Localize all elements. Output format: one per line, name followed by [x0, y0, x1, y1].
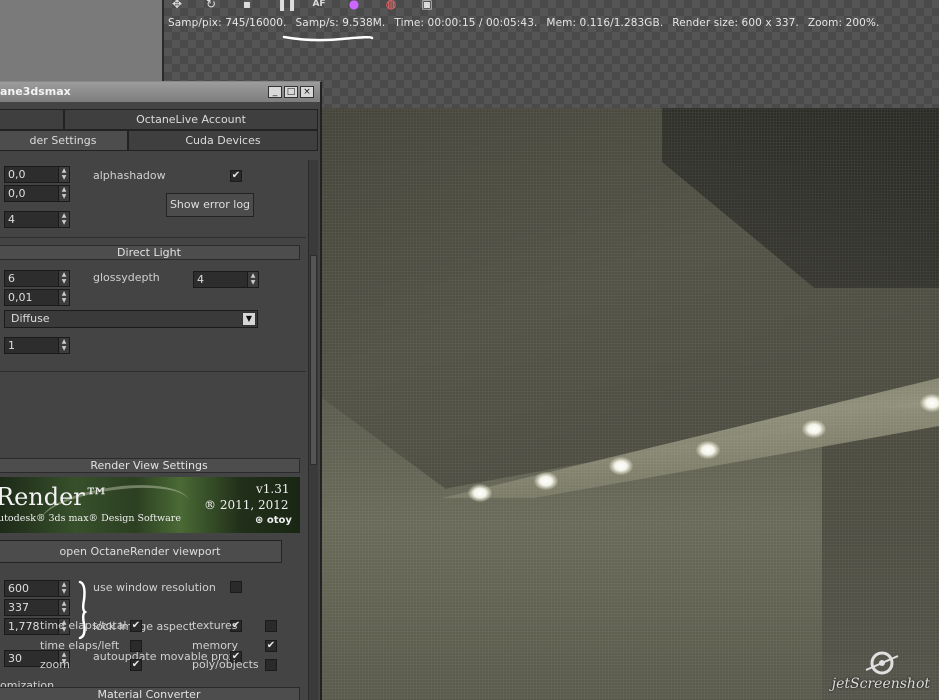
spinner-arrows-icon[interactable]: ▲ ▼	[58, 167, 69, 182]
render-view-settings-header[interactable]: Render View Settings	[0, 458, 300, 473]
spinner-arrows-icon[interactable]: ▲ ▼	[247, 272, 258, 287]
glossydepth-input[interactable]: 4 ▲ ▼	[193, 271, 259, 288]
banner-version: v1.31	[256, 482, 290, 496]
spinner-arrows-icon[interactable]: ▲ ▼	[58, 271, 69, 286]
spinner-arrows-icon[interactable]: ▲ ▼	[58, 581, 69, 596]
panel-scrollbar[interactable]	[308, 160, 318, 700]
hand-tool-icon[interactable]: ✥	[170, 0, 184, 10]
refresh-icon[interactable]: ↻	[204, 0, 218, 10]
time-elaps-left-checkbox[interactable]	[130, 640, 142, 652]
led-light	[468, 484, 492, 502]
textures-checkbox[interactable]	[265, 620, 277, 632]
close-button[interactable]: ×	[300, 86, 314, 98]
af-icon[interactable]: AF	[312, 0, 326, 10]
background-area	[0, 0, 162, 81]
divider	[0, 371, 306, 372]
memory-label: memory	[192, 639, 238, 652]
tab-cuda-devices[interactable]: Cuda Devices	[128, 130, 318, 151]
chevron-down-icon[interactable]: ▼	[242, 312, 256, 326]
minimize-button[interactable]: _	[268, 86, 282, 98]
pick-icon[interactable]: ◍	[384, 0, 398, 10]
glossydepth-label: glossydepth	[93, 271, 160, 284]
octane-panel: ane3dsmax _ □ × OctaneLive Account der S…	[0, 81, 322, 700]
samples-per-pixel: Samp/pix: 745/16000.	[168, 17, 287, 29]
use-window-resolution-checkbox[interactable]	[230, 581, 242, 593]
poly-objects-checkbox[interactable]	[265, 659, 277, 671]
zoom-level: Zoom: 200%.	[807, 17, 880, 29]
panel-title: ane3dsmax	[0, 85, 71, 98]
panel-title-bar[interactable]: ane3dsmax _ □ ×	[0, 82, 320, 102]
zoom-label: zoom	[40, 658, 70, 671]
render-status-line: Samp/pix: 745/16000. Samp/s: 9.538M. Time:…	[168, 17, 888, 29]
led-light	[534, 472, 558, 490]
camera-icon[interactable]: ▣	[420, 0, 434, 10]
spinner-arrows-icon[interactable]: ▲ ▼	[58, 186, 69, 201]
save-icon[interactable]: ▪	[240, 0, 254, 10]
direct-light-field-3[interactable]: 1 ▲ ▼	[4, 337, 70, 354]
kernel-field-2[interactable]: 0,0 ▲ ▼	[4, 185, 70, 202]
alphashadow-label: alphashadow	[93, 169, 166, 182]
divider	[0, 237, 306, 238]
spinner-arrows-icon[interactable]: ▲ ▼	[58, 290, 69, 305]
otoy-logo: ⊛ otoy	[255, 515, 292, 526]
tab-render-settings[interactable]: der Settings	[0, 130, 128, 151]
render-size: Render size: 600 x 337.	[672, 17, 799, 29]
time-elaps-total-label: time elaps/total	[40, 619, 127, 632]
octane-banner: Render™ utodesk® 3ds max® Design Softwar…	[0, 477, 300, 533]
led-light	[609, 457, 633, 475]
spinner-arrows-icon[interactable]: ▲ ▼	[58, 212, 69, 227]
led-light	[920, 394, 939, 412]
alphashadow-checkbox[interactable]: ✔	[230, 170, 242, 182]
time-elaps-left-label: time elaps/left	[40, 639, 120, 652]
gi-mode-dropdown[interactable]: Diffuse ▼	[4, 310, 258, 328]
maximize-button[interactable]: □	[284, 86, 298, 98]
viewer-toolbar: ✥ ↻ ▪ ❚❚ AF ● ◍ ▣	[164, 0, 939, 12]
scrollbar-thumb[interactable]	[310, 255, 317, 465]
render-noise	[322, 108, 939, 700]
watermark-text: jetScreenshot	[831, 676, 930, 692]
textures-label: textures	[192, 619, 238, 632]
time-elaps-total-checkbox[interactable]: ✔	[130, 620, 142, 632]
zoom-checkbox[interactable]: ✔	[130, 659, 142, 671]
aperture-logo-icon	[865, 651, 899, 675]
banner-copyright: ® 2011, 2012	[204, 498, 289, 512]
direct-light-header[interactable]: Direct Light	[0, 245, 300, 260]
banner-title: Render™	[0, 483, 109, 511]
poly-objects-label: poly/objects	[192, 658, 259, 671]
tab-octanelive-account[interactable]: OctaneLive Account	[64, 109, 318, 130]
color-wheel-icon[interactable]: ●	[347, 0, 361, 10]
led-light	[696, 441, 720, 459]
render-image	[322, 108, 939, 700]
spinner-arrows-icon[interactable]: ▲ ▼	[58, 338, 69, 353]
kernel-field-1[interactable]: 0,0 ▲ ▼	[4, 166, 70, 183]
render-height-input[interactable]: 337 ▲ ▼	[4, 599, 70, 616]
open-viewport-button[interactable]: open OctaneRender viewport	[0, 540, 282, 563]
samples-per-second: Samp/s: 9.538M.	[295, 17, 386, 29]
kernel-field-3[interactable]: 4 ▲ ▼	[4, 211, 70, 228]
direct-light-field-2[interactable]: 0,01 ▲ ▼	[4, 289, 70, 306]
show-error-log-button[interactable]: Show error log	[166, 193, 254, 217]
memory-checkbox[interactable]: ✔	[265, 640, 277, 652]
watermark: jetScreenshot	[830, 650, 936, 696]
pause-icon[interactable]: ❚❚	[277, 0, 297, 10]
material-converter-header[interactable]: Material Converter	[0, 687, 300, 700]
hand-drawn-underline	[282, 35, 374, 42]
render-time: Time: 00:00:15 / 00:05:43.	[394, 17, 538, 29]
tab-hidden[interactable]	[0, 109, 64, 130]
render-width-input[interactable]: 600 ▲ ▼	[4, 580, 70, 597]
use-window-resolution-label: use window resolution	[93, 581, 216, 594]
spinner-arrows-icon[interactable]: ▲ ▼	[58, 600, 69, 615]
direct-light-field-1[interactable]: 6 ▲ ▼	[4, 270, 70, 287]
memory-usage: Mem: 0.116/1.283GB.	[546, 17, 664, 29]
banner-subtitle: utodesk® 3ds max® Design Software	[0, 513, 181, 524]
led-light	[802, 420, 826, 438]
